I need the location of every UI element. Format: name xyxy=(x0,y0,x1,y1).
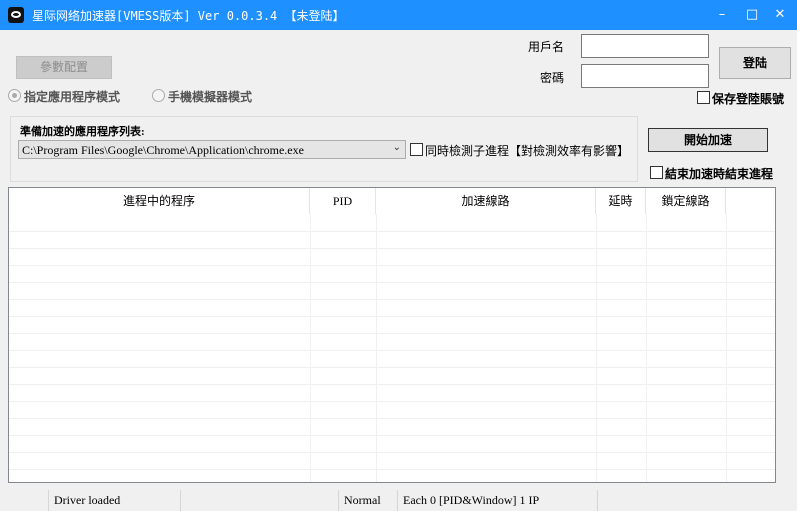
table-row-line xyxy=(9,265,775,266)
status-mode: Normal xyxy=(338,490,397,511)
table-column-line xyxy=(596,214,597,482)
table-row-line xyxy=(9,367,775,368)
table-row-line xyxy=(9,401,775,402)
emulator-mode-label: 手機模擬器模式 xyxy=(168,90,253,104)
status-bar: Driver loaded Normal Each 0 [PID&Window]… xyxy=(0,490,797,511)
chevron-down-icon: ⌄ xyxy=(392,142,401,153)
table-row-line xyxy=(9,282,775,283)
title-bar: 星际网络加速器[VMESS版本] Ver 0.0.3.4 【未登陆】 – □ ✕ xyxy=(0,0,797,30)
table-row-line xyxy=(9,435,775,436)
save-account-label: 保存登陸賬號 xyxy=(712,92,785,106)
status-empty xyxy=(597,490,797,511)
table-row-line xyxy=(9,384,775,385)
table-row-line xyxy=(9,299,775,300)
close-button[interactable]: ✕ xyxy=(768,4,792,26)
detect-children-checkbox[interactable] xyxy=(410,143,423,156)
table-column-line xyxy=(726,214,727,482)
emulator-mode-radio[interactable] xyxy=(152,89,165,102)
table-row-line xyxy=(9,316,775,317)
username-label: 用戶名 xyxy=(528,40,565,54)
apps-group-title: 準備加速的應用程序列表: xyxy=(20,126,145,138)
start-accelerate-button[interactable]: 開始加速 xyxy=(648,128,768,152)
table-row-line xyxy=(9,350,775,351)
table-column-line xyxy=(310,214,311,482)
table-row-line xyxy=(9,248,775,249)
maximize-button[interactable]: □ xyxy=(740,4,764,26)
status-spacer xyxy=(180,490,338,511)
status-driver: Driver loaded xyxy=(48,490,180,511)
table-row-line xyxy=(9,333,775,334)
app-mode-radio[interactable] xyxy=(8,89,21,102)
detect-children-label: 同時檢測子進程【對檢測效率有影響】 xyxy=(425,144,630,158)
end-process-label: 結束加速時結束進程 xyxy=(665,167,774,181)
table-row-line xyxy=(9,231,775,232)
password-input[interactable] xyxy=(581,64,709,88)
end-process-checkbox[interactable] xyxy=(650,166,663,179)
config-button[interactable]: 參數配置 xyxy=(16,56,112,79)
table-row-line xyxy=(9,469,775,470)
app-icon xyxy=(8,7,24,23)
table-column-line xyxy=(376,214,377,482)
table-row-line xyxy=(9,452,775,453)
app-path-dropdown[interactable]: C:\Program Files\Google\Chrome\Applicati… xyxy=(18,140,406,159)
app-mode-label: 指定應用程序模式 xyxy=(24,90,121,104)
app-path-value: C:\Program Files\Google\Chrome\Applicati… xyxy=(22,143,304,157)
table-row-line xyxy=(9,418,775,419)
table-column-line xyxy=(646,214,647,482)
window-title: 星际网络加速器[VMESS版本] Ver 0.0.3.4 【未登陆】 xyxy=(32,9,345,23)
login-button[interactable]: 登陆 xyxy=(719,47,791,79)
minimize-button[interactable]: – xyxy=(710,4,734,26)
save-account-checkbox[interactable] xyxy=(697,91,710,104)
password-label: 密碼 xyxy=(540,71,565,85)
process-table[interactable]: 進程中的程序 PID 加速線路 延時 鎖定線路 xyxy=(8,187,776,483)
table-grid xyxy=(9,188,775,482)
status-info: Each 0 [PID&Window] 1 IP xyxy=(397,490,597,511)
username-input[interactable] xyxy=(581,34,709,58)
